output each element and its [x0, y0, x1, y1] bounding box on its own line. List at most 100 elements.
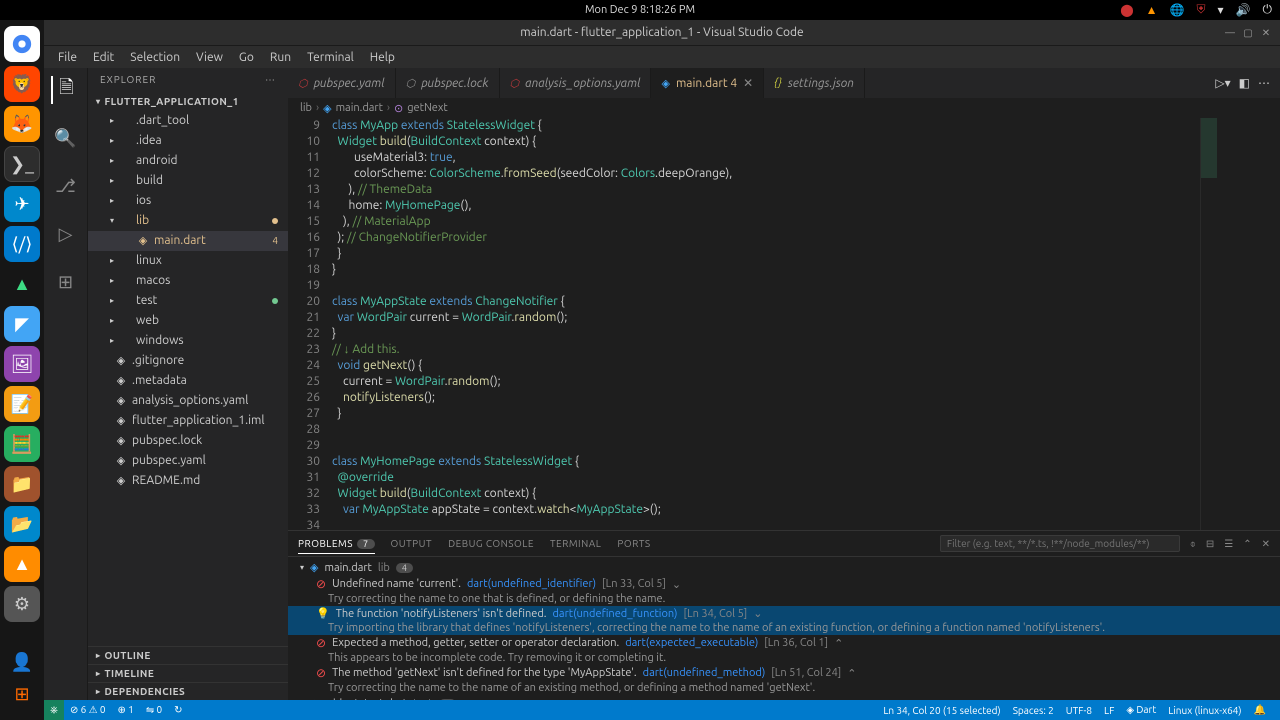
filter-icon[interactable]: ⌽ [1190, 538, 1196, 550]
list-icon[interactable]: ☰ [1224, 538, 1233, 550]
collapse-icon[interactable]: ⊟ [1206, 538, 1214, 550]
split-editor-icon[interactable]: ◧ [1239, 76, 1250, 90]
dock-settings[interactable]: ⚙ [4, 586, 40, 622]
dock-folder2[interactable]: 📂 [4, 506, 40, 542]
tab-settings-json[interactable]: {}settings.json [764, 68, 865, 98]
menu-run[interactable]: Run [262, 49, 299, 66]
status-lncol[interactable]: Ln 34, Col 20 (15 selected) [877, 705, 1006, 716]
close-button[interactable]: ✕ [1258, 26, 1274, 40]
menu-edit[interactable]: Edit [85, 49, 122, 66]
tree-pubspec-lock[interactable]: ◈ pubspec.lock [88, 431, 288, 451]
line-gutter[interactable]: 9101112131415161718192021222324252627282… [288, 118, 332, 530]
breadcrumb[interactable]: lib› ◈main.dart› ⊙getNext [288, 98, 1280, 118]
activity-search[interactable]: 🔍 [52, 124, 80, 152]
tab-analysis-options-yaml[interactable]: ⬡analysis_options.yaml [500, 68, 652, 98]
volume-icon[interactable]: 🔊 [1236, 3, 1251, 17]
problem-2[interactable]: 💡 The function 'notifyListeners' isn't d… [288, 606, 1280, 621]
maximize-button[interactable]: ▢ [1240, 26, 1256, 40]
tree--gitignore[interactable]: ◈ .gitignore [88, 351, 288, 371]
network-icon[interactable]: ▾ [1218, 3, 1224, 17]
panel-tab-output[interactable]: OUTPUT [391, 534, 433, 553]
dock-text-editor[interactable]: 📝 [4, 386, 40, 422]
dock-vlc[interactable]: ▲ [4, 546, 40, 582]
minimize-button[interactable]: — [1222, 26, 1238, 40]
run-dropdown-icon[interactable]: ▷▾ [1215, 76, 1230, 90]
dock-chrome[interactable] [4, 26, 40, 62]
menu-terminal[interactable]: Terminal [299, 49, 362, 66]
tree-main-dart[interactable]: ◈ main.dart4 [88, 231, 288, 251]
tab-close-icon[interactable]: ✕ [743, 76, 753, 90]
status-bell[interactable]: 🔔 [1248, 704, 1272, 716]
minimap[interactable] [1200, 118, 1280, 530]
dock-flutter[interactable]: ◤ [4, 306, 40, 342]
tree--metadata[interactable]: ◈ .metadata [88, 371, 288, 391]
power-icon[interactable]: ⏻ [1263, 3, 1273, 17]
tree-web[interactable]: ▸ web [88, 311, 288, 331]
problem-file-2[interactable]: ▸◈ widget_test.dart test 3 [288, 695, 1280, 700]
menu-file[interactable]: File [50, 49, 85, 66]
chrome-tray-icon[interactable]: 🌐 [1170, 3, 1185, 17]
activity-debug[interactable]: ▷ [52, 220, 80, 248]
tree-test[interactable]: ▸ test [88, 291, 288, 311]
menu-view[interactable]: View [188, 49, 231, 66]
dock-android-studio[interactable]: ▲ [4, 266, 40, 302]
dependencies-section[interactable]: ▸DEPENDENCIES [88, 682, 288, 700]
tree-flutter-application-1-iml[interactable]: ◈ flutter_application_1.iml [88, 411, 288, 431]
panel-tab-debug[interactable]: DEBUG CONSOLE [448, 534, 534, 553]
status-debug[interactable]: ↻ [168, 704, 188, 716]
tree-ios[interactable]: ▸ ios [88, 191, 288, 211]
dock-vscode[interactable]: ⟨/⟩ [4, 226, 40, 262]
tree-linux[interactable]: ▸ linux [88, 251, 288, 271]
warning-icon[interactable]: ▲ [1146, 3, 1158, 17]
shield-icon[interactable]: ⛨ [1197, 3, 1206, 17]
dock-telegram[interactable]: ✈ [4, 186, 40, 222]
dock-show-apps[interactable]: ⊞ [4, 676, 40, 712]
status-eol[interactable]: LF [1098, 705, 1120, 716]
dock-files[interactable]: 📁 [4, 466, 40, 502]
status-ports[interactable]: ⇋ 0 [140, 704, 168, 716]
dock-calculator[interactable]: 🧮 [4, 426, 40, 462]
panel-filter-input[interactable] [940, 535, 1180, 552]
dock-terminal[interactable]: ❯_ [4, 146, 40, 182]
status-spaces[interactable]: Spaces: 2 [1007, 705, 1060, 716]
tab-pubspec-lock[interactable]: ⬡pubspec.lock [396, 68, 500, 98]
tree-analysis-options-yaml[interactable]: ◈ analysis_options.yaml [88, 391, 288, 411]
activity-explorer[interactable]: 🗎 [51, 76, 79, 104]
tree-lib[interactable]: ▾ lib [88, 211, 288, 231]
tree--idea[interactable]: ▸ .idea [88, 131, 288, 151]
sidebar-more-icon[interactable]: ⋯ [265, 74, 276, 86]
outline-section[interactable]: ▸OUTLINE [88, 646, 288, 664]
status-errors[interactable]: ⊘ 6 ⚠ 0 [64, 704, 112, 716]
menu-go[interactable]: Go [231, 49, 262, 66]
dock-user-icon[interactable]: 👤 [4, 644, 40, 680]
problem-4[interactable]: ⊘ The method 'getNext' isn't defined for… [288, 665, 1280, 681]
status-remote[interactable]: ⎈ [44, 700, 64, 720]
menu-help[interactable]: Help [362, 49, 403, 66]
screen-record-icon[interactable]: ⬤ [1120, 3, 1133, 17]
tree-build[interactable]: ▸ build [88, 171, 288, 191]
panel-tab-problems[interactable]: PROBLEMS7 [298, 534, 375, 554]
dock-firefox[interactable]: 🦊 [4, 106, 40, 142]
activity-scm[interactable]: ⎇ [52, 172, 80, 200]
tree-windows[interactable]: ▸ windows [88, 331, 288, 351]
problem-file-1[interactable]: ▾◈ main.dart lib 4 [288, 559, 1280, 576]
close-panel-icon[interactable]: ✕ [1262, 538, 1270, 550]
dock-brave[interactable]: 🦁 [4, 66, 40, 102]
timeline-section[interactable]: ▸TIMELINE [88, 664, 288, 682]
tab-main-dart-4[interactable]: ◈main.dart 4✕ [651, 68, 764, 98]
dock-image-viewer[interactable]: 🖼 [4, 346, 40, 382]
panel-tab-terminal[interactable]: TERMINAL [550, 534, 601, 553]
tree-macos[interactable]: ▸ macos [88, 271, 288, 291]
activity-extensions[interactable]: ⊞ [52, 268, 80, 296]
status-os[interactable]: Linux (linux-x64) [1162, 705, 1247, 716]
tree--dart-tool[interactable]: ▸ .dart_tool [88, 111, 288, 131]
tab-pubspec-yaml[interactable]: ⬡pubspec.yaml [288, 68, 396, 98]
maximize-panel-icon[interactable]: ⌃ [1243, 538, 1251, 550]
tree-README-md[interactable]: ◈ README.md [88, 471, 288, 491]
tree-pubspec-yaml[interactable]: ◈ pubspec.yaml [88, 451, 288, 471]
code-editor[interactable]: class MyApp extends StatelessWidget { Wi… [332, 118, 1280, 530]
problem-3[interactable]: ⊘ Expected a method, getter, setter or o… [288, 635, 1280, 651]
problem-1[interactable]: ⊘ Undefined name 'current'. dart(undefin… [288, 576, 1280, 592]
panel-tab-ports[interactable]: PORTS [617, 534, 650, 553]
more-actions-icon[interactable]: ⋯ [1258, 76, 1270, 90]
